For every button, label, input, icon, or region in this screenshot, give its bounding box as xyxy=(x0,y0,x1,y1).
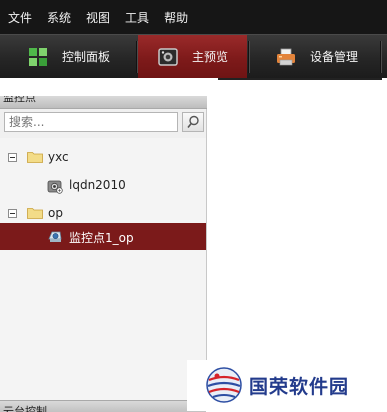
device-tree: yxc lqdn2010 op 监控点1_op xyxy=(0,138,206,400)
main-preview-camera-icon xyxy=(158,47,178,67)
tree-node-camera-selected[interactable]: 监控点1_op xyxy=(0,223,206,250)
tab-separator xyxy=(136,41,137,73)
tab-main-preview-label: 主预览 xyxy=(192,50,229,64)
menu-help[interactable]: 帮助 xyxy=(156,9,195,26)
device-management-printer-icon xyxy=(276,47,296,67)
ptz-control-header[interactable]: 云台控制 xyxy=(0,400,206,412)
panel-title: 监控点 xyxy=(3,96,36,104)
tab-device-management[interactable]: 设备管理 xyxy=(276,35,358,78)
globe-logo-icon xyxy=(205,366,243,407)
resource-panel: 监控点 yxc xyxy=(0,96,207,412)
collapse-toggle-icon[interactable] xyxy=(8,153,17,162)
tree-node-label: yxc xyxy=(48,150,69,164)
search-row xyxy=(0,112,207,134)
menu-system[interactable]: 系统 xyxy=(39,9,78,26)
tab-main-preview[interactable]: 主预览 xyxy=(138,35,247,78)
watermark: 国荣软件园 xyxy=(187,360,387,411)
dvr-device-icon xyxy=(47,178,63,197)
menu-tools[interactable]: 工具 xyxy=(117,9,156,26)
tab-control-panel[interactable]: 控制面板 xyxy=(28,35,110,78)
menu-file[interactable]: 文件 xyxy=(0,9,39,26)
tab-device-management-label: 设备管理 xyxy=(310,50,359,64)
tab-separator xyxy=(380,41,381,73)
tree-node-label: op xyxy=(48,206,63,220)
collapse-toggle-icon[interactable] xyxy=(8,209,17,218)
folder-icon xyxy=(27,207,43,219)
tree-node-yxc[interactable]: yxc xyxy=(0,145,206,171)
search-button[interactable] xyxy=(182,112,204,132)
toolbar-divider xyxy=(218,78,382,80)
menu-view[interactable]: 视图 xyxy=(78,9,117,26)
watermark-text: 国荣软件园 xyxy=(249,376,350,398)
toolbar: 控制面板 主预览 设备管理 xyxy=(0,34,387,78)
control-panel-grid-icon xyxy=(28,47,48,67)
tab-control-panel-label: 控制面板 xyxy=(62,50,111,64)
tree-node-label: 监控点1_op xyxy=(69,231,134,245)
tree-node-label: lqdn2010 xyxy=(69,178,126,192)
search-icon xyxy=(187,115,200,132)
tree-node-lqdn2010[interactable]: lqdn2010 xyxy=(0,173,206,199)
tab-separator xyxy=(248,41,249,73)
menu-bar: 文件 系统 视图 工具 帮助 xyxy=(0,0,387,34)
panel-header: 监控点 xyxy=(0,96,207,109)
search-input[interactable] xyxy=(4,112,178,132)
camera-icon xyxy=(47,228,63,247)
folder-icon xyxy=(27,151,43,163)
